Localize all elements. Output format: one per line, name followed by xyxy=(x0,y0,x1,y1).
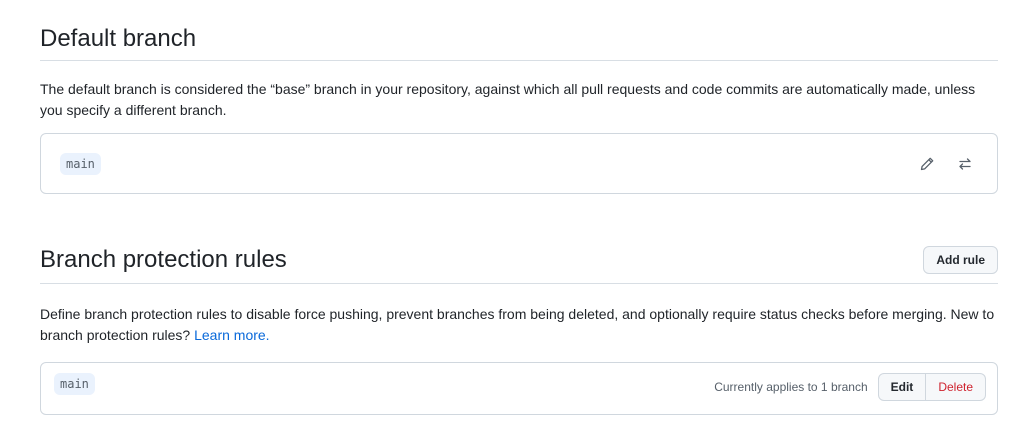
learn-more-link[interactable]: Learn more. xyxy=(194,327,269,343)
add-rule-button[interactable]: Add rule xyxy=(923,246,998,274)
protection-description-text: Define branch protection rules to disabl… xyxy=(40,306,995,343)
default-branch-tag: main xyxy=(60,152,101,175)
protection-rule-row: main Currently applies to 1 branch Edit … xyxy=(40,362,998,415)
protection-description: Define branch protection rules to disabl… xyxy=(40,304,998,346)
protection-header: Branch protection rules Add rule xyxy=(40,237,998,284)
default-branch-description: The default branch is considered the “ba… xyxy=(40,81,976,118)
rule-branch-tag: main xyxy=(54,373,95,395)
default-branch-header: Default branch xyxy=(40,17,998,61)
default-branch-title: Default branch xyxy=(40,24,197,52)
pencil-icon[interactable] xyxy=(915,152,939,176)
delete-rule-button[interactable]: Delete xyxy=(926,373,986,401)
default-branch-actions xyxy=(915,152,977,176)
edit-rule-button[interactable]: Edit xyxy=(877,373,927,401)
arrow-switch-icon[interactable] xyxy=(953,152,977,176)
branches-settings-page: Default branch The default branch is con… xyxy=(0,0,1024,447)
protection-title: Branch protection rules xyxy=(40,246,287,273)
default-branch-box: main xyxy=(40,133,998,194)
rule-applies-text: Currently applies to 1 branch xyxy=(714,380,868,394)
rule-actions: Currently applies to 1 branch Edit Delet… xyxy=(714,373,986,401)
rule-button-group: Edit Delete xyxy=(877,373,986,401)
